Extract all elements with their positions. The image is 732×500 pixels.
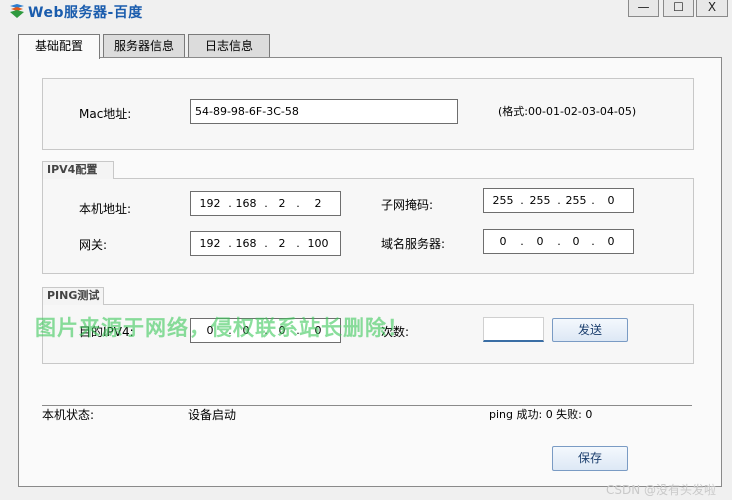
- ip-octet[interactable]: 192: [197, 192, 223, 215]
- ip-octet[interactable]: 0: [527, 230, 553, 253]
- tab-log-info[interactable]: 日志信息: [188, 34, 270, 58]
- window-title: Web服务器-百度: [28, 5, 143, 21]
- tab-label: 服务器信息: [113, 39, 174, 53]
- ping-count-input[interactable]: [483, 317, 544, 342]
- gateway-input[interactable]: 192 . 168 . 2 . 100: [190, 231, 341, 256]
- ip-dot: .: [296, 237, 300, 250]
- overlay-watermark: 图片来源于网络，侵权联系站长删除！: [35, 316, 409, 340]
- tab-basic-config[interactable]: 基础配置: [18, 34, 100, 59]
- status-label: 本机状态:: [42, 408, 95, 422]
- ping-group-title: PING测试: [42, 287, 104, 305]
- minimize-icon: —: [637, 0, 650, 14]
- ip-dot: .: [520, 194, 524, 207]
- gateway-label: 网关:: [79, 238, 108, 252]
- ip-octet[interactable]: 0: [490, 230, 516, 253]
- subnet-mask-label: 子网掩码:: [381, 198, 434, 212]
- ip-octet[interactable]: 255: [563, 189, 589, 212]
- status-value: 设备启动: [188, 408, 237, 422]
- subnet-mask-input[interactable]: 255 . 255 . 255 . 0: [483, 188, 634, 213]
- ip-octet[interactable]: 2: [269, 232, 295, 255]
- minimize-button[interactable]: —: [628, 0, 659, 17]
- ip-octet[interactable]: 0: [598, 230, 624, 253]
- title-bar: Web服务器-百度 — ☐ X: [0, 0, 732, 22]
- close-icon: X: [707, 0, 717, 14]
- ip-octet[interactable]: 0: [563, 230, 589, 253]
- ip-octet[interactable]: 2: [305, 192, 331, 215]
- ip-dot: .: [557, 194, 561, 207]
- status-separator: [42, 405, 692, 406]
- ping-result-text: ping 成功: 0 失败: 0: [489, 408, 593, 421]
- ip-dot: .: [520, 235, 524, 248]
- ip-octet[interactable]: 168: [233, 232, 259, 255]
- tab-label: 日志信息: [204, 39, 253, 53]
- local-ip-input[interactable]: 192 . 168 . 2 . 2: [190, 191, 341, 216]
- tab-label: 基础配置: [34, 39, 83, 53]
- ip-octet[interactable]: 100: [305, 232, 331, 255]
- ip-octet[interactable]: 2: [269, 192, 295, 215]
- ip-dot: .: [591, 194, 595, 207]
- mac-label: Mac地址:: [79, 107, 132, 121]
- ip-octet[interactable]: 255: [490, 189, 516, 212]
- mac-address-input[interactable]: 54-89-98-6F-3C-58: [190, 99, 458, 124]
- ip-octet[interactable]: 168: [233, 192, 259, 215]
- maximize-icon: ☐: [673, 0, 684, 14]
- mac-format-hint: (格式:00-01-02-03-04-05): [498, 105, 637, 118]
- send-button[interactable]: 发送: [552, 318, 628, 342]
- ip-octet[interactable]: 255: [527, 189, 553, 212]
- ip-octet[interactable]: 0: [598, 189, 624, 212]
- maximize-button[interactable]: ☐: [663, 0, 694, 17]
- ip-dot: .: [591, 235, 595, 248]
- csdn-credit: CSDN @没有头发啦: [606, 483, 717, 497]
- ip-octet[interactable]: 192: [197, 232, 223, 255]
- app-logo-icon: [10, 4, 24, 18]
- save-button[interactable]: 保存: [552, 446, 628, 471]
- local-ip-label: 本机地址:: [79, 202, 132, 216]
- dns-server-input[interactable]: 0 . 0 . 0 . 0: [483, 229, 634, 254]
- ip-dot: .: [296, 197, 300, 210]
- tab-server-info[interactable]: 服务器信息: [103, 34, 185, 58]
- ip-dot: .: [557, 235, 561, 248]
- dns-label: 域名服务器:: [381, 237, 446, 251]
- close-button[interactable]: X: [696, 0, 728, 17]
- ipv4-group-title: IPV4配置: [42, 161, 114, 179]
